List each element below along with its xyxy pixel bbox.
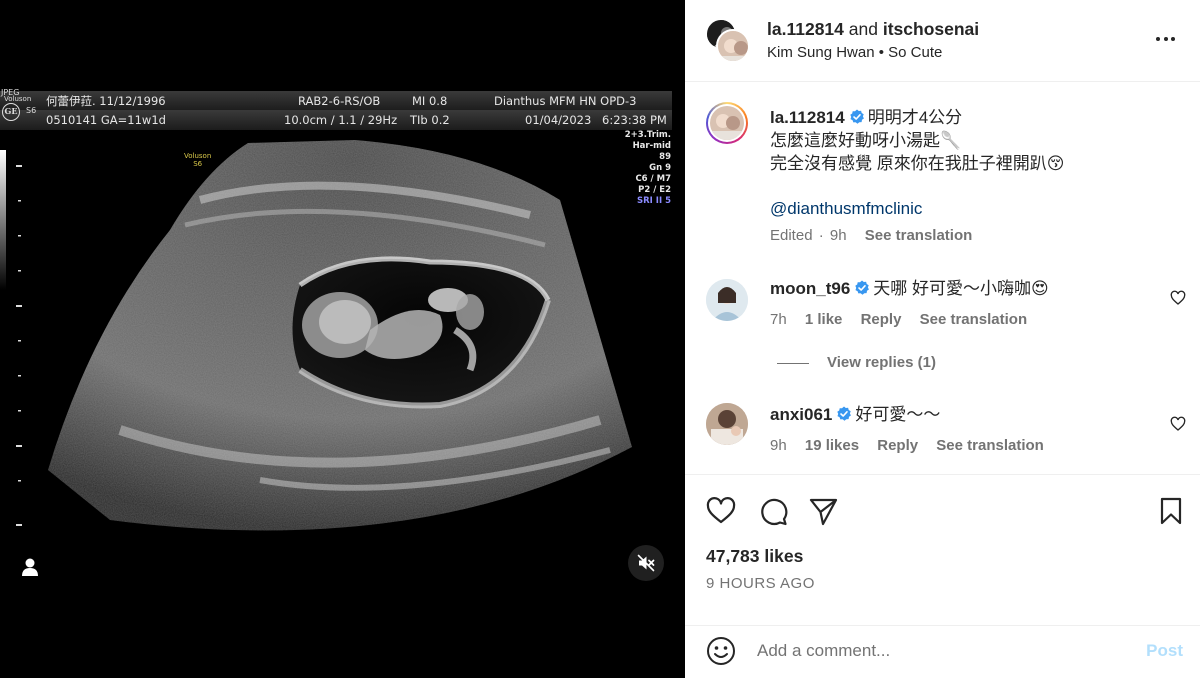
voluson-watermark: Voluson S6	[184, 152, 211, 168]
param-har: Har-mid	[632, 141, 671, 151]
user-tag-icon[interactable]	[20, 556, 40, 578]
author-2[interactable]: itschosenai	[883, 19, 979, 39]
likes-count[interactable]: 47,783 likes	[706, 546, 803, 567]
avatar-user2[interactable]	[716, 29, 750, 63]
view-replies-button[interactable]: View replies (1)	[777, 354, 936, 371]
comment-meta: 7h 1 like Reply See translation	[770, 311, 1041, 328]
caption-text: la.112814 明明才4公分 怎麼這麼好動呀小湯匙🥄 完全沒有感覺 原來你在我…	[770, 106, 1160, 220]
comment-time: 9h	[770, 437, 787, 454]
caption-meta: Edited · 9h See translation	[770, 227, 986, 244]
comment-avatar[interactable]	[706, 279, 748, 321]
post-header: la.112814 and itschosenai Kim Sung Hwan …	[685, 0, 1200, 82]
clinic-name: Dianthus MFM HN OPD-3	[494, 94, 637, 108]
audio-title: So Cute	[888, 44, 943, 61]
comment-reply-button[interactable]: Reply	[877, 437, 918, 454]
comment-likes[interactable]: 19 likes	[805, 437, 859, 454]
comment-see-translation[interactable]: See translation	[920, 311, 1028, 328]
post-button[interactable]: Post	[1146, 641, 1183, 661]
comment-reply-button[interactable]: Reply	[861, 311, 902, 328]
verified-badge-icon	[850, 109, 864, 124]
param-p2: P2 / E2	[638, 185, 671, 195]
patient-name: 何蕾伊菈. 11/12/1996	[46, 94, 166, 108]
edited-label: Edited	[770, 227, 813, 244]
tib-value: TIb 0.2	[410, 113, 450, 127]
heart-icon[interactable]	[705, 495, 737, 527]
param-gn: Gn 9	[649, 163, 671, 173]
comment-body: 好可愛～～	[855, 405, 941, 424]
meta-dot: ·	[818, 227, 824, 244]
verified-badge-icon	[855, 280, 870, 295]
comment-icon[interactable]	[757, 495, 789, 527]
audio-info[interactable]: Kim Sung Hwan • So Cute	[767, 44, 942, 61]
caption-avatar[interactable]	[706, 102, 748, 144]
mute-button[interactable]	[628, 545, 664, 581]
comment-input[interactable]	[757, 637, 1117, 665]
comment-like-heart-icon[interactable]	[1170, 416, 1186, 432]
voluson-text: Voluson	[184, 152, 212, 160]
comment-body: 天哪 好可愛～小嗨咖😍	[873, 279, 1049, 298]
caption-line3: 完全沒有感覺 原來你在我肚子裡開趴😚	[770, 154, 1065, 173]
emoji-icon[interactable]	[706, 636, 736, 666]
caption-line2: 怎麼這麼好動呀小湯匙🥄	[770, 131, 962, 150]
comment-meta: 9h 19 likes Reply See translation	[770, 437, 1058, 454]
bookmark-icon[interactable]	[1155, 495, 1187, 527]
comment-username[interactable]: anxi061	[770, 405, 832, 424]
param-c6: C6 / M7	[635, 174, 671, 184]
audio-artist: Kim Sung Hwan	[767, 44, 875, 61]
post-actions: 47,783 likes 9 HOURS AGO	[685, 476, 1200, 626]
author-1[interactable]: la.112814	[767, 19, 844, 39]
depth-scale	[16, 165, 22, 526]
ge-logo: GE	[2, 103, 20, 121]
share-icon[interactable]	[807, 495, 839, 527]
mi-value: MI 0.8	[412, 94, 448, 108]
comment-likes[interactable]: 1 like	[805, 311, 843, 328]
scan-parameters: 2+3.Trim. Har-mid 89 Gn 9 C6 / M7 P2 / E…	[625, 130, 671, 207]
caption-see-translation[interactable]: See translation	[865, 227, 973, 244]
caption-line1: 明明才4公分	[867, 108, 963, 127]
comment-time: 7h	[770, 311, 787, 328]
probe-label: RAB2-6-RS/OB	[298, 94, 381, 108]
add-comment-bar: Post	[685, 627, 1200, 678]
post-timestamp: 9 HOURS AGO	[706, 575, 815, 592]
param-89: 89	[659, 152, 671, 162]
param-trim: 2+3.Trim.	[624, 130, 671, 140]
caption-mention[interactable]: @dianthusmfmclinic	[770, 199, 922, 218]
comment-avatar[interactable]	[706, 403, 748, 445]
verified-badge-icon	[837, 406, 852, 421]
collab-avatars[interactable]	[705, 18, 751, 64]
audio-separator: •	[878, 44, 884, 61]
comments-section: la.112814 明明才4公分 怎麼這麼好動呀小湯匙🥄 完全沒有感覺 原來你在我…	[685, 82, 1200, 475]
more-options-icon[interactable]	[1156, 30, 1178, 48]
patient-id: 0510141 GA=11w1d	[46, 113, 166, 127]
speaker-muted-icon	[637, 554, 655, 572]
post-media[interactable]: 何蕾伊菈. 11/12/1996 0510141 GA=11w1d RAB2-6…	[0, 0, 685, 678]
param-sri: SRI II 5	[637, 196, 671, 206]
post-authors: la.112814 and itschosenai	[767, 19, 979, 40]
depth-info: 10.0cm / 1.1 / 29Hz	[284, 113, 398, 127]
and-text: and	[848, 19, 878, 39]
comment-text: moon_t96 天哪 好可愛～小嗨咖😍	[770, 277, 1160, 300]
comment-like-heart-icon[interactable]	[1170, 290, 1186, 306]
post-sidebar: la.112814 and itschosenai Kim Sung Hwan …	[685, 0, 1200, 678]
corner-model: S6	[26, 106, 37, 115]
comment-text: anxi061 好可愛～～	[770, 403, 1160, 426]
scan-time: 6:23:38 PM	[602, 113, 667, 127]
scan-date: 01/04/2023	[525, 113, 592, 127]
caption-time: 9h	[829, 227, 847, 244]
comment-see-translation[interactable]: See translation	[936, 437, 1044, 454]
grayscale-bar	[0, 150, 6, 290]
voluson-model: S6	[193, 160, 203, 168]
caption-username[interactable]: la.112814	[770, 108, 845, 127]
comment-username[interactable]: moon_t96	[770, 279, 850, 298]
ultrasound-info-bar: 何蕾伊菈. 11/12/1996 0510141 GA=11w1d RAB2-6…	[0, 88, 672, 130]
